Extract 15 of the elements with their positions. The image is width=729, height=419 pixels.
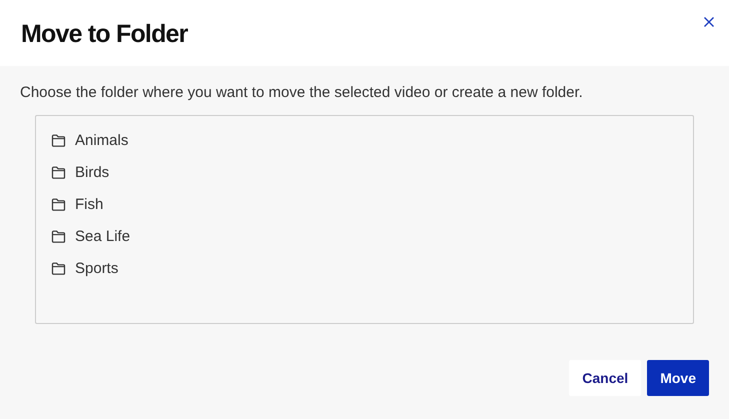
folder-icon [51, 166, 66, 178]
folder-name[interactable]: Animals [75, 132, 128, 148]
folder-icon [51, 198, 66, 210]
folder-icon [51, 262, 66, 274]
move-button[interactable]: Move [647, 360, 709, 396]
folder-name[interactable]: Sea Life [75, 228, 130, 244]
dialog-title: Move to Folder [21, 20, 188, 48]
cancel-button[interactable]: Cancel [569, 360, 642, 396]
folder-icon [51, 134, 66, 146]
folder-name[interactable]: Fish [75, 196, 104, 212]
description-text: Choose the folder where you want to move the selected video or create a new folder. [20, 84, 584, 101]
folder-name[interactable]: Sports [75, 260, 118, 276]
close-icon[interactable] [703, 16, 715, 28]
folder-icon [51, 230, 66, 242]
folder-name[interactable]: Birds [75, 164, 110, 180]
